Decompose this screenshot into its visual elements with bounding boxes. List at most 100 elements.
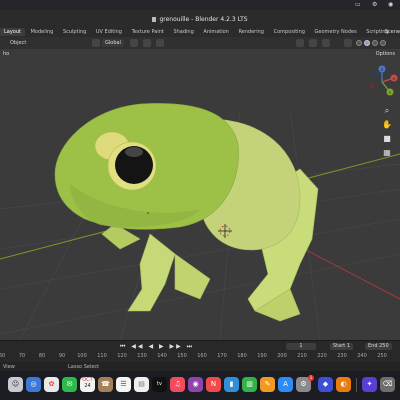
frog-front-leg-left (127, 233, 176, 312)
navigation-gizmo[interactable]: Z X Y (364, 64, 400, 100)
music-icon[interactable]: ♫ (170, 377, 185, 392)
ruler-tick: 80 (38, 353, 46, 359)
start-value: 1 (346, 343, 350, 349)
tab-compositing[interactable]: Compositing (270, 28, 309, 36)
ruler-tick: 100 (77, 353, 87, 359)
podcasts-icon[interactable]: ◉ (188, 377, 203, 392)
ruler-tick: 250 (377, 353, 387, 359)
ruler-tick: 130 (137, 353, 147, 359)
gizmo-x-label: X (393, 76, 396, 81)
photos-icon[interactable]: ✿ (44, 377, 59, 392)
pivot-point-icon[interactable] (130, 39, 138, 47)
overlay-toggle-icon[interactable] (322, 39, 330, 47)
control-center-icon[interactable]: ⚙ (372, 1, 377, 8)
visibility-icon[interactable] (296, 39, 304, 47)
rendered-shading-icon[interactable] (380, 40, 386, 46)
tab-modeling[interactable]: Modeling (27, 28, 58, 36)
window-title-wrap: grenouille - Blender 4.2.3 LTS (152, 16, 248, 23)
playback-controls[interactable]: ⏮ ◀◀ ◀ ▶ ▶▶ ⏭ (120, 343, 194, 351)
apple-tv-label: tv (157, 381, 162, 387)
xray-toggle-icon[interactable] (344, 39, 352, 47)
navigation-tools: ⌕ ✋ ■ ▦ (382, 106, 396, 162)
tab-layout[interactable]: Layout (0, 28, 25, 36)
messages-icon[interactable]: ✉ (62, 377, 77, 392)
hand-pan-icon[interactable]: ✋ (382, 120, 392, 130)
safari-icon[interactable]: ◎ (26, 377, 41, 392)
mode-dropdown[interactable]: ho (0, 50, 13, 58)
pages-icon[interactable]: ✎ (260, 377, 275, 392)
proportional-editing-icon[interactable] (156, 39, 164, 47)
dock-separator (356, 378, 357, 392)
camera-view-icon[interactable]: ■ (382, 134, 392, 144)
current-frame-field[interactable]: 1 (286, 343, 316, 350)
ruler-tick: 70 (18, 353, 26, 359)
start-frame-field[interactable]: Start 1 (330, 343, 353, 350)
siri-icon[interactable]: ◉ (388, 1, 393, 8)
viewport-header: Object Global (0, 37, 400, 49)
finder-icon[interactable]: ☺ (8, 377, 23, 392)
end-label: End (368, 343, 378, 349)
screen-mirror-icon[interactable]: ▭ (355, 1, 361, 8)
calendar-icon[interactable]: OCT 24 (80, 377, 95, 392)
wireframe-shading-icon[interactable] (356, 40, 362, 46)
ruler-tick: 120 (117, 353, 127, 359)
ruler-tick: 190 (257, 353, 267, 359)
ruler-tick: 140 (157, 353, 167, 359)
frame-ruler[interactable]: 60 70 80 90 100 110 120 130 140 150 160 … (0, 353, 400, 361)
gizmo-toggle-icon[interactable] (309, 39, 317, 47)
reminders-icon[interactable]: ☰ (116, 377, 131, 392)
window-title: grenouille - Blender 4.2.3 LTS (159, 16, 248, 23)
ruler-tick: 90 (58, 353, 66, 359)
notes-icon[interactable]: ▤ (134, 377, 149, 392)
end-frame-field[interactable]: End 250 (365, 343, 392, 350)
status-bar: View Lasso Select (0, 362, 400, 371)
keynote-icon[interactable]: ▮ (224, 377, 239, 392)
scene-selector[interactable]: Scene (385, 29, 400, 35)
blender-icon[interactable]: ◐ (336, 377, 351, 392)
xcode-icon[interactable]: ◆ (318, 377, 333, 392)
ruler-tick: 150 (177, 353, 187, 359)
tab-animation[interactable]: Animation (199, 28, 233, 36)
ruler-tick: 60 (0, 353, 6, 359)
snap-icon[interactable] (143, 39, 151, 47)
ruler-tick: 170 (217, 353, 227, 359)
zoom-icon[interactable]: ⌕ (382, 106, 392, 116)
transform-orientation-dropdown[interactable]: Global (102, 39, 124, 47)
calendar-day: 24 (84, 383, 91, 389)
ruler-tick: 230 (337, 353, 347, 359)
news-icon[interactable]: N (206, 377, 221, 392)
gizmo-y-label: Y (389, 90, 392, 95)
ruler-tick: 200 (277, 353, 287, 359)
tab-shading[interactable]: Shading (169, 28, 197, 36)
frog-nostril (147, 212, 149, 214)
tab-sculpting[interactable]: Sculpting (59, 28, 90, 36)
perspective-grid-icon[interactable]: ▦ (382, 148, 392, 158)
tab-uv-editing[interactable]: UV Editing (92, 28, 126, 36)
ruler-tick: 210 (297, 353, 307, 359)
viewport-3d[interactable] (0, 49, 400, 340)
numbers-icon[interactable]: ▥ (242, 377, 257, 392)
tab-geometry-nodes[interactable]: Geometry Nodes (311, 28, 361, 36)
ruler-tick: 240 (357, 353, 367, 359)
ruler-tick: 160 (197, 353, 207, 359)
transform-icon[interactable] (92, 39, 100, 47)
frog-front-leg-middle (174, 253, 211, 300)
solid-shading-icon[interactable] (364, 40, 370, 46)
contacts-icon[interactable]: ☎ (98, 377, 113, 392)
sparkle-app-icon[interactable]: ✦ (362, 377, 377, 392)
apple-tv-icon[interactable]: tv (152, 377, 167, 392)
tab-rendering[interactable]: Rendering (234, 28, 268, 36)
viewport-scene (0, 103, 400, 340)
tab-texture-paint[interactable]: Texture Paint (128, 28, 168, 36)
ruler-tick: 110 (97, 353, 107, 359)
material-preview-icon[interactable] (372, 40, 378, 46)
viewport-subheader: ho Options (0, 49, 400, 59)
ruler-tick: 180 (237, 353, 247, 359)
macos-dock: ☺ ◎ ✿ ✉ OCT 24 ☎ ☰ ▤ tv ♫ ◉ N ▮ ▥ ✎ A ⚙ 1… (0, 371, 400, 400)
frog-model[interactable] (54, 103, 319, 322)
notification-badge: 1 (308, 375, 314, 381)
object-menu[interactable]: Object (10, 40, 26, 46)
trash-icon[interactable]: ⌫ (380, 377, 395, 392)
app-store-icon[interactable]: A (278, 377, 293, 392)
options-dropdown[interactable]: Options (372, 50, 398, 58)
